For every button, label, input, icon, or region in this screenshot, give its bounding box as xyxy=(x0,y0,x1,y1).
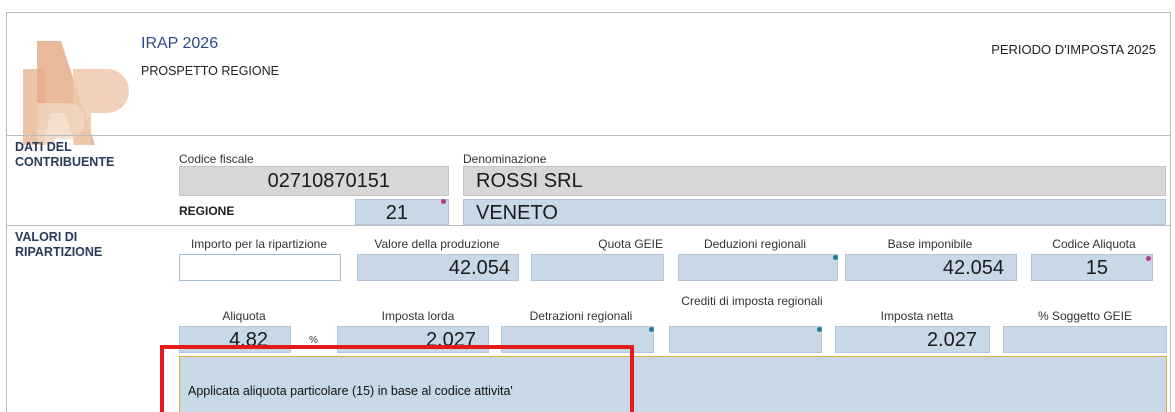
deduzioni-label: Deduzioni regionali xyxy=(703,237,807,251)
base-label: Base imponibile xyxy=(887,237,973,251)
form-subtitle: PROSPETTO REGIONE xyxy=(141,64,279,78)
divider xyxy=(7,225,1170,226)
quota-field[interactable] xyxy=(531,254,664,281)
imposta-netta-value: 2.027 xyxy=(926,329,977,351)
codice-aliquota-marker-icon xyxy=(1146,256,1151,261)
regione-name-value: VENETO xyxy=(476,202,558,224)
codice-aliquota-value: 15 xyxy=(1085,257,1108,279)
valore-value: 42.054 xyxy=(448,257,510,279)
section-ripartizione: VALORI DI RIPARTIZIONE xyxy=(15,230,103,259)
imposta-netta-field[interactable]: 2.027 xyxy=(835,326,990,353)
regione-marker-icon xyxy=(441,199,446,204)
quota-label: Quota GEIE xyxy=(598,237,663,251)
detrazioni-marker-icon xyxy=(649,327,654,332)
regione-code-field[interactable]: 21 xyxy=(355,199,449,225)
aliquota-label: Aliquota xyxy=(222,309,266,323)
codice-fiscale-label: Codice fiscale xyxy=(179,152,254,166)
valore-label: Valore della produzione xyxy=(374,237,500,251)
crediti-label: Crediti di imposta regionali xyxy=(681,294,823,308)
irap-form: IRAP 2026 PROSPETTO REGIONE PERIODO D'IM… xyxy=(6,12,1171,412)
soggetto-field[interactable] xyxy=(1003,326,1167,353)
denominazione-label: Denominazione xyxy=(463,152,547,166)
divider xyxy=(7,135,1170,136)
importo-label: Importo per la ripartizione xyxy=(190,237,328,251)
deduzioni-field[interactable] xyxy=(678,254,838,281)
base-value: 42.054 xyxy=(942,257,1004,279)
codice-aliquota-field[interactable]: 15 xyxy=(1031,254,1153,281)
codice-aliquota-label: Codice Aliquota xyxy=(1052,237,1136,251)
valore-field[interactable]: 42.054 xyxy=(357,254,519,281)
denominazione-field[interactable]: ROSSI SRL xyxy=(463,166,1166,196)
period-label: PERIODO D'IMPOSTA 2025 xyxy=(991,42,1156,57)
regione-name-field[interactable]: VENETO xyxy=(463,199,1166,225)
deduzioni-marker-icon xyxy=(833,255,838,260)
irap-logo xyxy=(23,41,129,145)
form-title: IRAP 2026 xyxy=(141,35,219,52)
regione-code-value: 21 xyxy=(385,202,408,224)
regione-label: REGIONE xyxy=(179,204,235,218)
highlight-box xyxy=(160,345,634,412)
codice-fiscale-field[interactable]: 02710870151 xyxy=(179,166,449,196)
detrazioni-label: Detrazioni regionali xyxy=(529,309,633,323)
imposta-lorda-label: Imposta lorda xyxy=(381,309,455,323)
soggetto-label: % Soggetto GEIE xyxy=(1037,309,1133,323)
section-contribuente: DATI DEL CONTRIBUENTE xyxy=(15,140,115,169)
codice-fiscale-value: 02710870151 xyxy=(267,170,390,192)
denominazione-value: ROSSI SRL xyxy=(476,170,583,192)
imposta-netta-label: Imposta netta xyxy=(880,309,954,323)
crediti-field[interactable] xyxy=(669,326,822,353)
base-field[interactable]: 42.054 xyxy=(845,254,1017,281)
importo-field[interactable] xyxy=(179,254,341,281)
crediti-marker-icon xyxy=(817,327,822,332)
